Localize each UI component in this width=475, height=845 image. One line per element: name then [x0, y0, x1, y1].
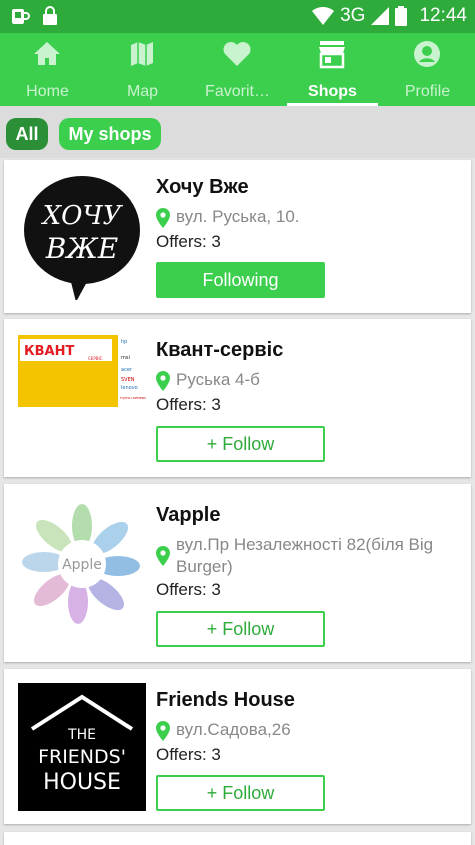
filter-my-shops-chip[interactable]: My shops	[59, 118, 161, 150]
shop-card[interactable]: ХОЧУ ВЖЕ Хочу Вже вул. Руська, 10. Offer…	[4, 160, 471, 313]
signal-icon	[371, 7, 390, 25]
status-bar: 3G 12:44	[0, 0, 475, 33]
svg-text:FRIENDS': FRIENDS'	[38, 746, 126, 768]
svg-text:HOUSE: HOUSE	[43, 770, 121, 795]
shop-name: Хочу Вже	[156, 176, 249, 198]
tab-profile[interactable]: Profile	[380, 33, 475, 106]
svg-text:СЕРВІС: СЕРВІС	[88, 356, 103, 361]
following-button[interactable]: Following	[156, 262, 325, 298]
offers-count: Offers: 3	[156, 395, 221, 414]
svg-text:SVEN: SVEN	[121, 377, 135, 383]
clock: 12:44	[419, 5, 467, 26]
svg-text:Apple: Apple	[62, 557, 102, 573]
follow-button[interactable]: + Follow	[156, 611, 325, 647]
shop-address: Руська 4-б	[156, 369, 466, 391]
location-pin-icon	[156, 721, 170, 741]
coffee-icon	[12, 9, 30, 24]
address-text: Руська 4-б	[176, 370, 260, 389]
wifi-icon	[312, 7, 335, 25]
location-pin-icon	[156, 371, 170, 391]
follow-button[interactable]: + Follow	[156, 426, 325, 462]
shop-card[interactable]: КВАНТ СЕРВІС hp msi acer SVEN lenovo FUJ…	[4, 319, 471, 477]
shop-card-partial[interactable]	[4, 832, 471, 845]
follow-button[interactable]: + Follow	[156, 775, 325, 811]
map-icon	[131, 42, 153, 66]
svg-text:ВЖЕ: ВЖЕ	[45, 232, 118, 265]
tab-shops[interactable]: Shops	[285, 33, 380, 106]
tab-label: Profile	[404, 83, 451, 100]
address-text: вул.Пр Незалежності 82(біля Big Burger)	[176, 535, 434, 576]
svg-text:hp: hp	[121, 339, 127, 345]
svg-text:THE: THE	[67, 727, 96, 743]
shop-logo: ХОЧУ ВЖЕ	[24, 176, 140, 300]
shop-icon	[319, 41, 345, 69]
tab-bar: Home Map Favorit… Shops Profile	[0, 33, 475, 106]
shop-card[interactable]: THE FRIENDS' HOUSE Friends House вул.Сад…	[4, 669, 471, 824]
address-text: вул. Руська, 10.	[176, 207, 300, 226]
lock-icon	[43, 6, 57, 25]
filter-bar: All My shops	[0, 106, 475, 158]
offers-count: Offers: 3	[156, 232, 221, 251]
home-icon	[34, 42, 60, 65]
offers-count: Offers: 3	[156, 745, 221, 764]
network-type: 3G	[340, 5, 366, 26]
svg-text:FUJITSU SIEMENS: FUJITSU SIEMENS	[120, 396, 146, 400]
location-pin-icon	[156, 546, 170, 566]
svg-text:КВАНТ: КВАНТ	[24, 344, 74, 359]
tab-map[interactable]: Map	[95, 33, 190, 106]
profile-icon	[414, 41, 440, 67]
shop-logo: КВАНТ СЕРВІС hp msi acer SVEN lenovo FUJ…	[18, 335, 146, 407]
svg-text:msi: msi	[121, 355, 130, 361]
offers-count: Offers: 3	[156, 580, 221, 599]
tab-favorites[interactable]: Favorit…	[190, 33, 285, 106]
shop-name: Квант-сервіс	[156, 339, 284, 361]
shop-logo: THE FRIENDS' HOUSE	[18, 683, 146, 811]
shop-card[interactable]: Apple Vapple вул.Пр Незалежності 82(біля…	[4, 484, 471, 662]
tab-label: Home	[26, 83, 69, 100]
shop-logo: Apple	[22, 504, 140, 624]
filter-all-chip[interactable]: All	[6, 118, 48, 150]
tab-label: Map	[126, 83, 159, 100]
location-pin-icon	[156, 208, 170, 228]
shop-name: Vapple	[156, 504, 221, 526]
shop-address: вул.Садова,26	[156, 719, 466, 741]
battery-icon	[395, 6, 408, 26]
tab-label: Favorit…	[205, 83, 270, 100]
address-text: вул.Садова,26	[176, 720, 291, 739]
svg-text:lenovo: lenovo	[121, 385, 138, 391]
heart-icon	[223, 42, 251, 66]
shop-address: вул.Пр Незалежності 82(біля Big Burger)	[156, 534, 466, 578]
shop-name: Friends House	[156, 689, 295, 711]
svg-text:ХОЧУ: ХОЧУ	[41, 201, 124, 231]
tab-home[interactable]: Home	[0, 33, 95, 106]
svg-text:acer: acer	[121, 367, 133, 373]
shop-address: вул. Руська, 10.	[156, 206, 466, 228]
tab-label: Shops	[308, 83, 357, 100]
